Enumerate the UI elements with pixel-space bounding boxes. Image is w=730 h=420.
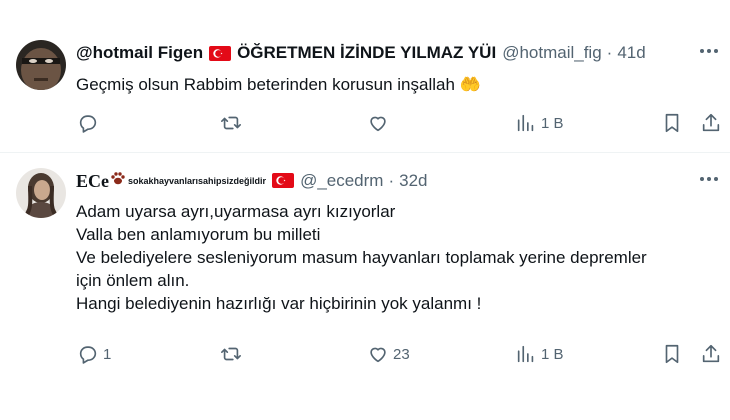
separator-dot: · bbox=[606, 43, 613, 62]
heart-icon bbox=[370, 347, 386, 363]
handle[interactable]: @hotmail_fig bbox=[502, 43, 601, 63]
views-count: 1 B bbox=[541, 114, 564, 132]
turkey-flag-icon bbox=[272, 173, 295, 188]
tweet-text-line: için önlem alın. bbox=[76, 271, 190, 290]
display-name[interactable]: ECe bbox=[76, 171, 109, 191]
timestamp[interactable]: 41d bbox=[617, 43, 645, 63]
heart-icon bbox=[370, 116, 386, 132]
reply-count: 1 bbox=[103, 345, 112, 363]
reply-button[interactable] bbox=[77, 111, 103, 135]
reply-button[interactable]: 1 bbox=[77, 342, 111, 366]
turkey-flag-icon bbox=[209, 45, 232, 61]
share-icon bbox=[702, 113, 720, 132]
share-icon bbox=[702, 344, 720, 363]
avatar[interactable] bbox=[16, 168, 66, 218]
retweet-button[interactable] bbox=[219, 342, 247, 366]
tweet-text: Geçmiş olsun Rabbim beterinden korusun i… bbox=[76, 73, 481, 96]
views-icon bbox=[517, 345, 534, 363]
bookmark-button[interactable] bbox=[662, 342, 682, 366]
like-count: 23 bbox=[393, 345, 410, 363]
retweet-button[interactable] bbox=[219, 111, 247, 135]
bookmark-icon bbox=[665, 344, 679, 364]
tweet-text-line: Adam uyarsa ayrı,uyarmasa ayrı kızıyorla… bbox=[76, 202, 396, 221]
bookmark-icon bbox=[665, 113, 679, 133]
views-count: 1 B bbox=[541, 345, 564, 363]
views-icon bbox=[517, 114, 534, 132]
tweet-actions: 1 B bbox=[0, 111, 730, 135]
tweet-text-line: Ve belediyelere sesleniyorum masum hayva… bbox=[76, 248, 647, 267]
display-name[interactable]: @hotmail Figen bbox=[76, 43, 203, 63]
share-button[interactable] bbox=[700, 342, 722, 366]
bookmark-button[interactable] bbox=[662, 111, 682, 135]
like-button[interactable] bbox=[367, 111, 393, 135]
more-horizontal-icon[interactable] bbox=[698, 168, 720, 195]
tweet-1[interactable]: @hotmail Figen ÖĞRETMEN İZİNDE YILMAZ YÜ… bbox=[0, 0, 730, 152]
reply-icon bbox=[79, 346, 97, 364]
handle[interactable]: @_ecedrm bbox=[300, 171, 383, 191]
tweet-text-line: Valla ben anlamıyorum bu milleti bbox=[76, 225, 321, 244]
name-suffix[interactable]: sokakhayvanlarısahipsizdeğildir bbox=[128, 171, 266, 191]
paw-icon bbox=[110, 170, 126, 191]
share-button[interactable] bbox=[700, 111, 722, 135]
views-button[interactable]: 1 B bbox=[515, 111, 564, 135]
retweet-icon bbox=[221, 116, 241, 130]
avatar[interactable] bbox=[16, 40, 66, 90]
tweet-2[interactable]: ECe sokakhayvanlarısahipsizdeğildir @_ec… bbox=[0, 153, 730, 420]
more-horizontal-icon[interactable] bbox=[698, 40, 720, 67]
reply-icon bbox=[79, 115, 97, 133]
tweet-header: ECe sokakhayvanlarısahipsizdeğildir @_ec… bbox=[76, 170, 428, 191]
name-suffix[interactable]: ÖĞRETMEN İZİNDE YILMAZ YÜI bbox=[237, 43, 496, 63]
tweet-actions: 1 23 1 B bbox=[0, 342, 730, 366]
tweet-text-line: Geçmiş olsun Rabbim beterinden korusun i… bbox=[76, 75, 481, 94]
retweet-icon bbox=[221, 347, 241, 361]
timestamp[interactable]: 32d bbox=[399, 171, 427, 191]
separator-dot: · bbox=[388, 170, 395, 190]
views-button[interactable]: 1 B bbox=[515, 342, 564, 366]
tweet-text-line: Hangi belediyenin hazırlığı var hiçbirin… bbox=[76, 294, 482, 313]
like-button[interactable]: 23 bbox=[367, 342, 410, 366]
tweet-text: Adam uyarsa ayrı,uyarmasa ayrı kızıyorla… bbox=[76, 200, 647, 315]
tweet-header: @hotmail Figen ÖĞRETMEN İZİNDE YILMAZ YÜ… bbox=[76, 43, 646, 63]
